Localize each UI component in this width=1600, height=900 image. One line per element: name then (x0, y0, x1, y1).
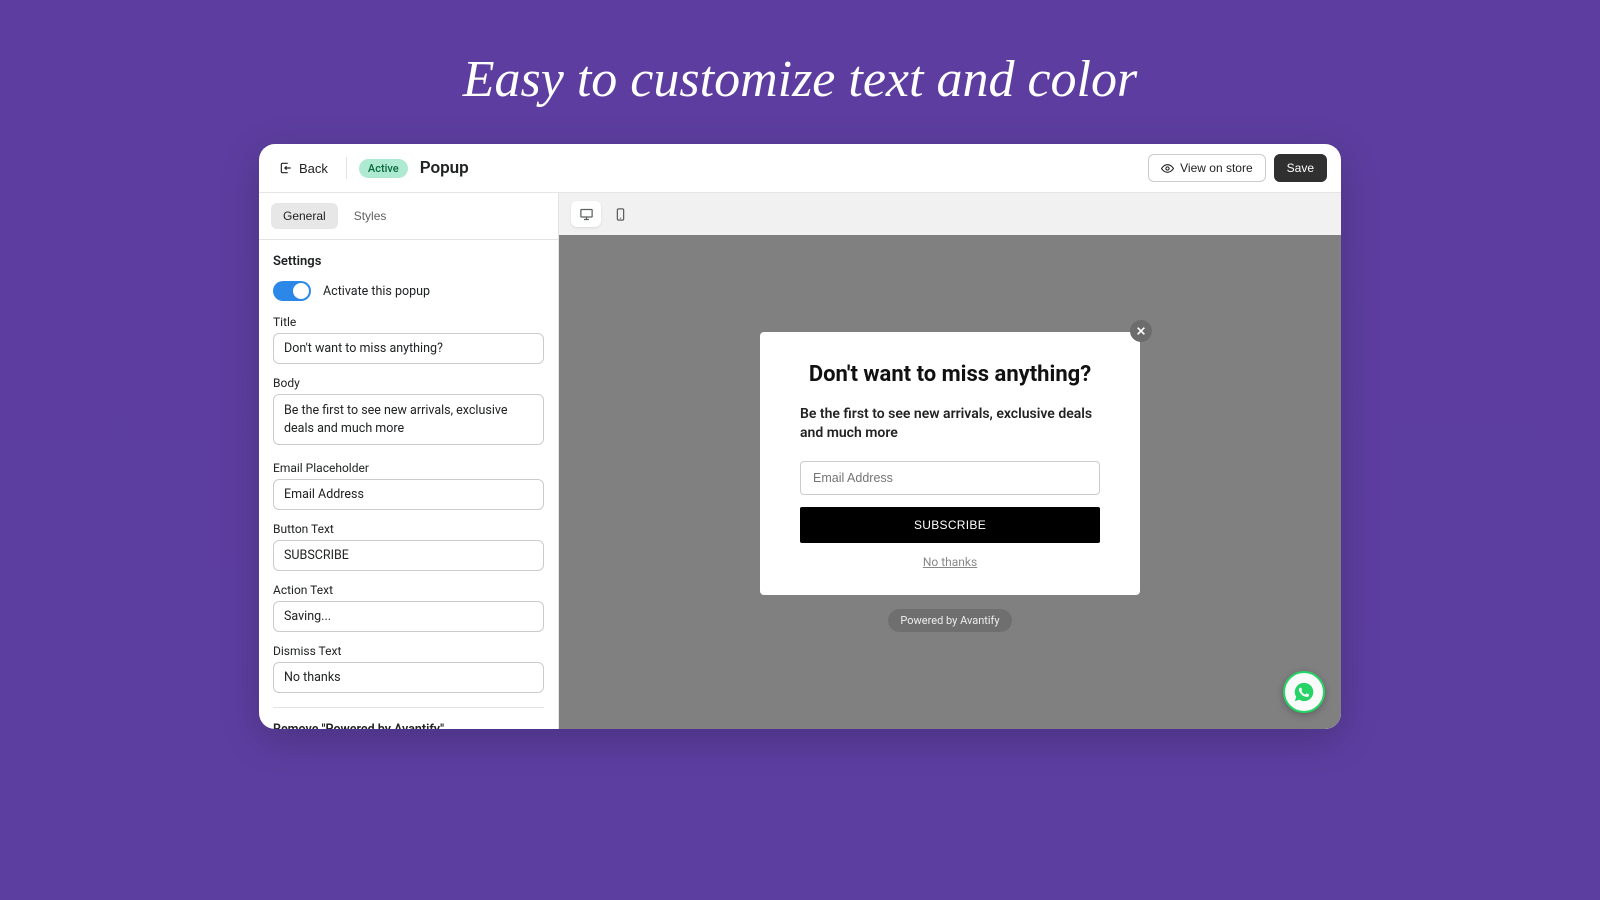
close-icon (1136, 326, 1146, 336)
button-text-input[interactable] (273, 540, 544, 571)
dismiss-text-input[interactable] (273, 662, 544, 693)
save-button[interactable]: Save (1274, 154, 1327, 182)
action-text-input[interactable] (273, 601, 544, 632)
mobile-icon (613, 207, 628, 222)
sidebar: General Styles Settings Activate this po… (259, 193, 559, 729)
preview-area: Don't want to miss anything? Be the firs… (559, 193, 1341, 729)
divider (346, 157, 347, 179)
email-ph-field-label: Email Placeholder (273, 461, 544, 475)
sidebar-tabs: General Styles (259, 193, 558, 229)
tab-general[interactable]: General (271, 203, 338, 229)
desktop-icon (579, 207, 594, 222)
settings-heading: Settings (273, 254, 544, 269)
activate-toggle[interactable] (273, 281, 311, 301)
device-tab-mobile[interactable] (605, 201, 635, 227)
page-title: Popup (420, 158, 469, 178)
body-field-label: Body (273, 376, 544, 390)
back-label: Back (299, 161, 328, 176)
popup-body: Be the first to see new arrivals, exclus… (800, 405, 1100, 443)
title-field-label: Title (273, 315, 544, 329)
powered-by-badge: Powered by Avantify (888, 609, 1011, 632)
view-on-store-button[interactable]: View on store (1148, 154, 1266, 182)
action-text-field-label: Action Text (273, 583, 544, 597)
preview-canvas: Don't want to miss anything? Be the firs… (559, 235, 1341, 729)
popup-title: Don't want to miss anything? (800, 362, 1100, 388)
whatsapp-icon (1293, 681, 1315, 703)
app-window: Back Active Popup View on store Save Gen… (259, 144, 1341, 729)
device-tab-desktop[interactable] (571, 201, 601, 227)
hero-title: Easy to customize text and color (0, 0, 1600, 144)
tab-styles[interactable]: Styles (342, 203, 399, 229)
button-text-field-label: Button Text (273, 522, 544, 536)
view-label: View on store (1180, 161, 1253, 175)
popup-close-button[interactable] (1130, 320, 1152, 342)
dismiss-text-field-label: Dismiss Text (273, 644, 544, 658)
popup-email-input[interactable] (800, 461, 1100, 495)
activate-toggle-label: Activate this popup (323, 284, 430, 299)
device-tabs (559, 193, 1341, 235)
title-input[interactable] (273, 333, 544, 364)
remove-branding-heading: Remove "Powered by Avantify" (273, 722, 544, 729)
topbar: Back Active Popup View on store Save (259, 144, 1341, 193)
divider (273, 707, 544, 708)
popup-dismiss-link[interactable]: No thanks (800, 555, 1100, 569)
eye-icon (1161, 162, 1174, 175)
popup-preview: Don't want to miss anything? Be the firs… (760, 332, 1140, 594)
back-icon (279, 161, 293, 175)
status-badge: Active (359, 159, 408, 178)
whatsapp-fab[interactable] (1283, 671, 1325, 713)
email-ph-input[interactable] (273, 479, 544, 510)
popup-subscribe-button[interactable]: SUBSCRIBE (800, 507, 1100, 543)
body-textarea[interactable]: Be the first to see new arrivals, exclus… (273, 394, 544, 445)
back-button[interactable]: Back (273, 157, 334, 180)
